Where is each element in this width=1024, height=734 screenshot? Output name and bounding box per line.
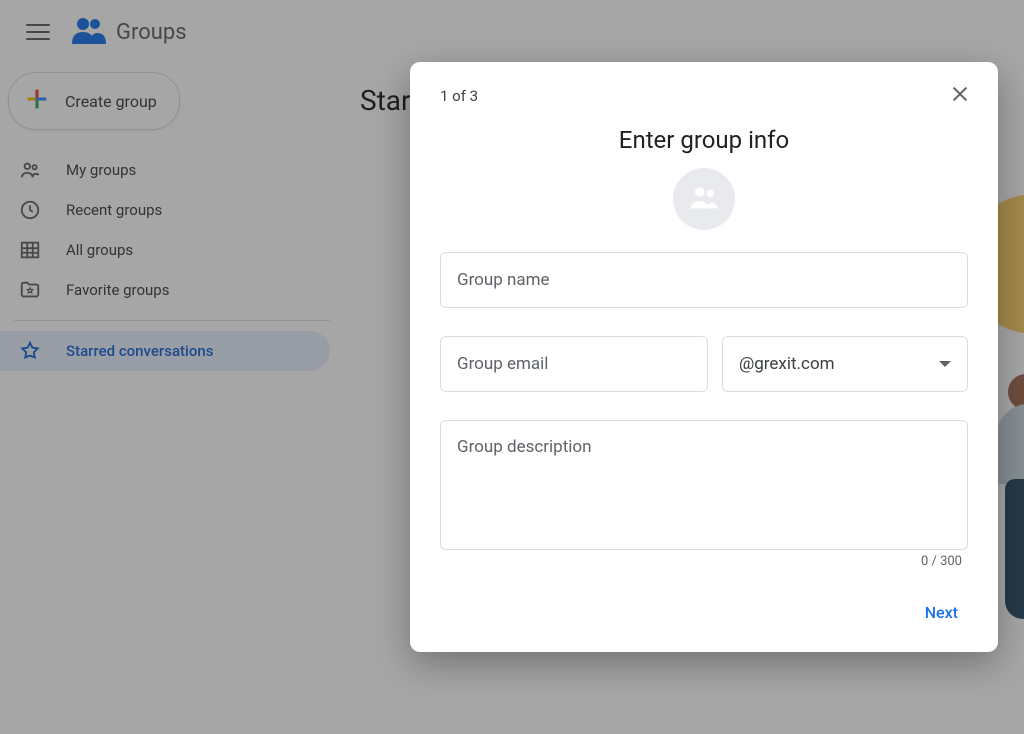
close-icon: [950, 81, 970, 111]
domain-selected-value: @grexit.com: [739, 354, 835, 374]
group-email-input[interactable]: Group email: [440, 336, 708, 392]
domain-select[interactable]: @grexit.com: [722, 336, 968, 392]
group-avatar-placeholder[interactable]: [673, 168, 735, 230]
create-group-dialog: 1 of 3 Enter group info Group name Group…: [410, 62, 998, 652]
group-info-form: Group name Group email @grexit.com Group…: [410, 252, 998, 550]
next-button-label: Next: [925, 603, 958, 622]
group-email-placeholder: Group email: [457, 354, 548, 374]
group-description-placeholder: Group description: [457, 437, 592, 457]
step-indicator: 1 of 3: [440, 87, 478, 105]
dialog-title: Enter group info: [410, 126, 998, 154]
group-description-input[interactable]: Group description: [440, 420, 968, 550]
people-icon: [687, 180, 721, 218]
dialog-footer: Next: [410, 585, 998, 652]
group-name-placeholder: Group name: [457, 270, 550, 290]
close-button[interactable]: [940, 76, 980, 116]
chevron-down-icon: [939, 361, 951, 367]
group-name-input[interactable]: Group name: [440, 252, 968, 308]
next-button[interactable]: Next: [913, 595, 970, 630]
dialog-header: 1 of 3: [410, 74, 998, 116]
description-char-count: 0 / 300: [410, 554, 998, 585]
